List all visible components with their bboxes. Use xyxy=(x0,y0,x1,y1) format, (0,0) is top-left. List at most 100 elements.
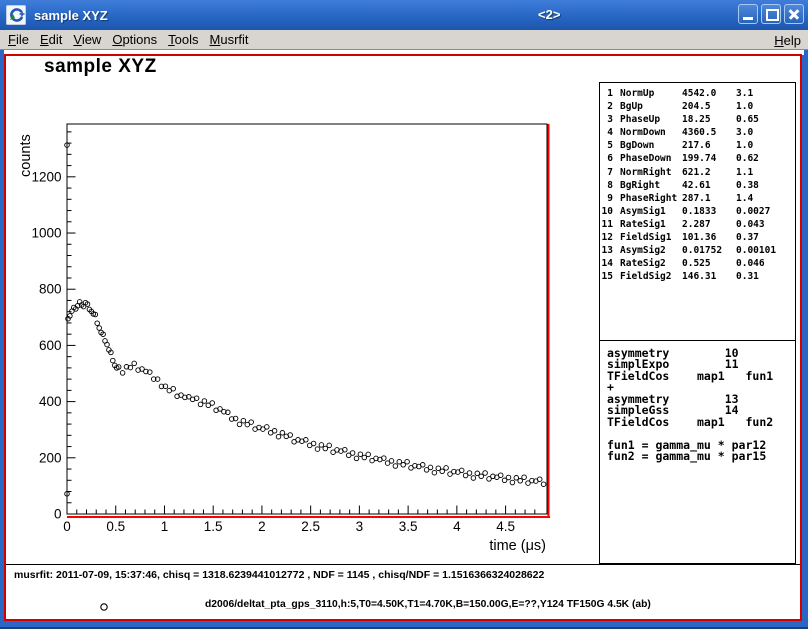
parameter-row: 4NormDown4360.53.0 xyxy=(600,126,795,139)
x-tick-label: 3.5 xyxy=(399,519,418,534)
parameter-row: 12FieldSig1101.360.37 xyxy=(600,231,795,244)
x-tick-label: 4 xyxy=(453,519,461,534)
parameter-row: 10AsymSig10.18330.0027 xyxy=(600,205,795,218)
legend-marker-icon xyxy=(101,604,107,610)
maximize-icon xyxy=(766,9,779,21)
plot-frame xyxy=(67,124,547,514)
window-titlebar[interactable]: sample XYZ <2> xyxy=(0,0,808,30)
param-no: 13 xyxy=(600,244,613,257)
maximize-button[interactable] xyxy=(761,4,781,24)
param-val: 0.525 xyxy=(682,257,736,270)
param-val: 4542.0 xyxy=(682,87,736,100)
param-no: 10 xyxy=(600,205,613,218)
param-val: 287.1 xyxy=(682,192,736,205)
y-tick-label: 200 xyxy=(39,450,62,465)
parameter-row: 15FieldSig2146.310.31 xyxy=(600,270,795,283)
data-point xyxy=(444,466,449,471)
param-no: 8 xyxy=(600,179,613,192)
legend-label: d2006/deltat_pta_gps_3110,h:5,T0=4.50K,T… xyxy=(205,599,651,610)
param-err: 1.0 xyxy=(736,100,795,113)
minimize-button[interactable] xyxy=(738,4,758,24)
data-point xyxy=(241,418,246,423)
data-point xyxy=(405,459,410,464)
menu-tools[interactable]: Tools xyxy=(168,32,198,47)
param-err: 1.4 xyxy=(736,192,795,205)
data-point xyxy=(440,469,445,474)
data-point xyxy=(366,452,371,457)
param-no: 6 xyxy=(600,152,613,165)
data-point xyxy=(518,479,523,484)
param-name: AsymSig2 xyxy=(620,244,682,257)
theory-text: asymmetry 10 simplExpo 11 TFieldCos map1… xyxy=(607,348,795,463)
minimize-icon xyxy=(743,17,753,20)
param-name: BgRight xyxy=(620,179,682,192)
root-canvas[interactable]: sample XYZ 02004006008001000120000.511.5… xyxy=(4,54,802,621)
y-tick-label: 400 xyxy=(39,394,62,409)
data-point xyxy=(510,480,515,485)
parameter-row: 8BgRight42.610.38 xyxy=(600,179,795,192)
param-name: NormUp xyxy=(620,87,682,100)
param-val: 18.25 xyxy=(682,113,736,126)
param-name: BgUp xyxy=(620,100,682,113)
data-point xyxy=(389,459,394,464)
theory-pad[interactable]: asymmetry 10 simplExpo 11 TFieldCos map1… xyxy=(599,337,796,564)
y-tick-label: 800 xyxy=(39,282,62,297)
param-val: 4360.5 xyxy=(682,126,736,139)
menu-help[interactable]: Help xyxy=(774,33,801,48)
close-button[interactable] xyxy=(784,4,804,24)
parameter-row: 13 AsymSig20.017520.00101 xyxy=(600,244,795,257)
data-point xyxy=(537,477,542,482)
menu-options[interactable]: Options xyxy=(112,32,157,47)
param-name: PhaseDown xyxy=(620,152,682,165)
param-name: FieldSig1 xyxy=(620,231,682,244)
parameter-row: 1NormUp4542.03.1 xyxy=(600,87,795,100)
param-name: NormDown xyxy=(620,126,682,139)
param-err: 1.0 xyxy=(736,139,795,152)
param-no: 3 xyxy=(600,113,613,126)
parameter-pad[interactable]: 1NormUp4542.03.12BgUp204.51.03PhaseUp18.… xyxy=(599,82,796,341)
param-name: BgDown xyxy=(620,139,682,152)
data-point xyxy=(428,465,433,470)
menu-view[interactable]: View xyxy=(73,32,101,47)
data-point xyxy=(393,464,398,469)
data-point xyxy=(350,451,355,456)
param-no: 15 xyxy=(600,270,613,283)
y-axis-title: counts xyxy=(18,134,34,177)
param-val: 199.74 xyxy=(682,152,736,165)
y-tick-label: 0 xyxy=(54,507,62,522)
menu-edit[interactable]: Edit xyxy=(40,32,62,47)
param-no: 7 xyxy=(600,166,613,179)
menubar: File Edit View Options Tools Musrfit Help xyxy=(0,30,808,50)
parameter-row: 5BgDown217.61.0 xyxy=(600,139,795,152)
param-err: 1.1 xyxy=(736,166,795,179)
param-val: 2.287 xyxy=(682,218,736,231)
parameter-row: 11RateSig12.2870.043 xyxy=(600,218,795,231)
data-point xyxy=(198,402,203,407)
param-val: 0.01752 xyxy=(682,244,736,257)
data-point xyxy=(95,321,100,326)
data-point xyxy=(111,358,116,363)
param-no: 1 xyxy=(600,87,613,100)
param-val: 204.5 xyxy=(682,100,736,113)
data-point xyxy=(506,475,511,480)
data-point xyxy=(265,425,270,430)
data-point xyxy=(471,476,476,481)
parameter-row: 6PhaseDown199.740.62 xyxy=(600,152,795,165)
data-point xyxy=(319,443,324,448)
data-point xyxy=(354,456,359,461)
param-no: 14 xyxy=(600,257,613,270)
param-err: 0.00101 xyxy=(736,244,795,257)
window-badge: <2> xyxy=(538,7,560,22)
data-point xyxy=(276,434,281,439)
window-controls xyxy=(738,4,804,24)
param-val: 146.31 xyxy=(682,270,736,283)
menu-musrfit[interactable]: Musrfit xyxy=(210,32,249,47)
menu-file[interactable]: File xyxy=(8,32,29,47)
param-no: 2 xyxy=(600,100,613,113)
param-name: NormRight xyxy=(620,166,682,179)
y-tick-label: 600 xyxy=(39,338,62,353)
x-tick-label: 0 xyxy=(63,519,71,534)
y-tick-label: 1200 xyxy=(31,169,61,184)
data-point xyxy=(171,386,176,391)
data-point xyxy=(202,399,207,404)
